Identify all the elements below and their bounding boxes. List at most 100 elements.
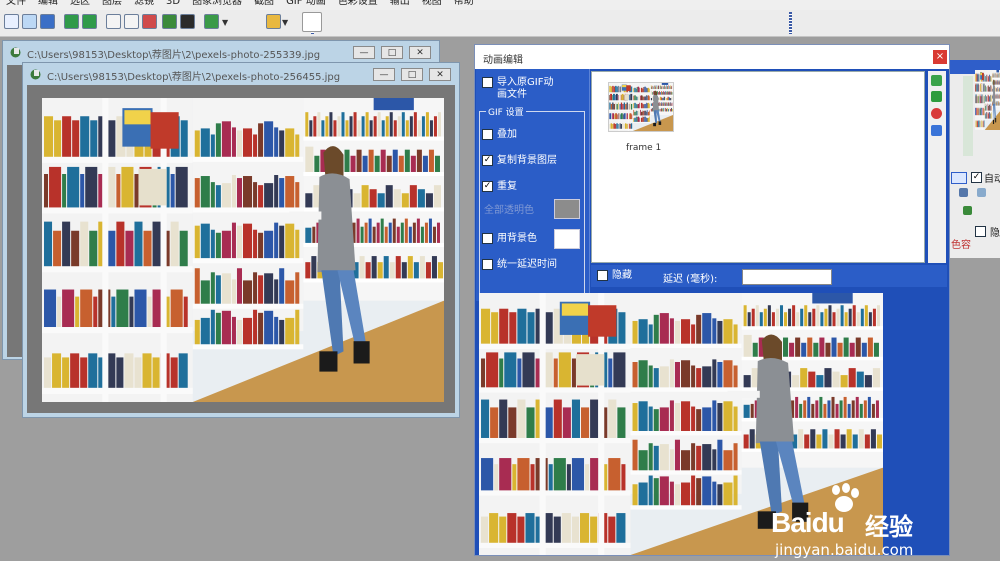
frame-properties-bar: 隐藏 延迟 (毫秒): (591, 265, 947, 287)
unify-delay-label: 统一延迟时间 (497, 259, 557, 270)
overlay-option[interactable]: 叠加 (482, 129, 517, 141)
new-file-icon[interactable] (4, 14, 19, 29)
window-titlebar[interactable]: C:\Users\98153\Desktop\荐图片\2\pexels-phot… (3, 41, 439, 63)
main-toolbar: ▼ ▼ (0, 10, 1000, 37)
dialog-title: 动画编辑 (483, 55, 523, 66)
import-gif-checkbox[interactable] (482, 77, 493, 88)
chevron-down-icon[interactable]: ▼ (222, 18, 228, 27)
hide-option[interactable]: 隐藏 (597, 270, 632, 282)
bg-color-swatch[interactable] (554, 229, 580, 249)
window-titlebar[interactable]: C:\Users\98153\Desktop\荐图片\2\pexels-phot… (23, 63, 459, 85)
menu-item[interactable]: 图层 (96, 0, 128, 8)
menu-item[interactable]: 色彩设置 (332, 0, 384, 8)
all-transparent-option: 全部透明色 (484, 205, 534, 217)
delay-input[interactable] (742, 269, 832, 285)
gif-options-panel: 导入原GIF动画文件 GIF 设置 叠加 ✓ 复制背景图层 ✓ 重复 全部透明色… (476, 69, 590, 301)
hide-frame-checkbox[interactable] (597, 270, 608, 281)
image-window-front[interactable]: C:\Users\98153\Desktop\荐图片\2\pexels-phot… (22, 62, 460, 418)
menu-item[interactable]: GIF 动画 (280, 0, 332, 8)
copy-icon[interactable] (124, 14, 139, 29)
hide-checkbox[interactable] (975, 226, 986, 237)
menu-item[interactable]: 滤镜 (128, 0, 160, 8)
photo-illustration (975, 70, 1000, 130)
menu-item[interactable]: 输出 (384, 0, 416, 8)
auto-label: 自动 (984, 174, 1000, 185)
active-tool-icon[interactable] (302, 12, 322, 32)
right-tool-panel: ✓ 自动 隐藏 色容 (948, 60, 1000, 258)
copy-bg-layer-option[interactable]: ✓ 复制背景图层 (482, 155, 557, 167)
repeat-option[interactable]: ✓ 重复 (482, 181, 517, 193)
watermark-brand: Baidu (771, 507, 845, 538)
frame-tools (928, 71, 946, 263)
repeat-checkbox[interactable]: ✓ (482, 181, 493, 192)
undo-icon[interactable] (64, 14, 79, 29)
delay-label: 延迟 (毫秒): (663, 274, 718, 285)
import-gif-option[interactable]: 导入原GIF动画文件 (482, 77, 561, 101)
photo-illustration (609, 83, 673, 131)
menu-item[interactable]: 截图 (248, 0, 280, 8)
save-frames-icon[interactable] (931, 125, 942, 136)
image-canvas[interactable] (27, 85, 455, 413)
window-title: C:\Users\98153\Desktop\荐图片\2\pexels-phot… (27, 50, 321, 61)
gallery-icon[interactable] (162, 14, 177, 29)
delete-frame-icon[interactable] (931, 108, 942, 119)
minimize-button[interactable]: — (373, 68, 395, 81)
zoom-icon[interactable] (266, 14, 281, 29)
frames-list[interactable]: frame 1 (591, 71, 925, 263)
menu-item[interactable]: 视图 (416, 0, 448, 8)
hide-label: 隐藏 (990, 228, 1000, 239)
save-icon[interactable] (40, 14, 55, 29)
menu-item[interactable]: 文件 (0, 0, 32, 8)
watermark-brand-cn: 经验 (865, 513, 913, 541)
gif-settings-label: GIF 设置 (486, 105, 526, 118)
watermark-url: jingyan.baidu.com (775, 541, 914, 559)
equal-icon[interactable] (951, 171, 967, 184)
menu-item[interactable]: 编辑 (32, 0, 64, 8)
image-icon[interactable] (142, 14, 157, 29)
panel-thumbnail (975, 70, 1000, 130)
unify-delay-option[interactable]: 统一延迟时间 (482, 259, 557, 271)
overlay-checkbox[interactable] (482, 129, 493, 140)
refresh-icon[interactable] (931, 75, 942, 86)
copy-bg-layer-label: 复制背景图层 (497, 155, 557, 166)
effect-icon[interactable] (204, 14, 219, 29)
all-transparent-label: 全部透明色 (484, 205, 534, 216)
adjust-icon[interactable] (963, 206, 972, 215)
use-bg-color-checkbox[interactable] (482, 233, 493, 244)
auto-checkbox[interactable]: ✓ (971, 172, 982, 183)
use-bg-color-label: 用背景色 (497, 233, 537, 244)
redo-icon[interactable] (82, 14, 97, 29)
transparent-color-swatch[interactable] (554, 199, 580, 219)
add-frame-icon[interactable] (931, 91, 942, 102)
menu-item[interactable]: 3D (160, 0, 186, 8)
copy-bg-layer-checkbox[interactable]: ✓ (482, 155, 493, 166)
chevron-down-icon[interactable]: ▼ (282, 18, 288, 27)
print-icon[interactable] (180, 14, 195, 29)
close-button[interactable]: ✕ (429, 68, 451, 81)
menu-item[interactable]: 图象浏览器 (186, 0, 248, 8)
use-bg-color-option[interactable]: 用背景色 (482, 233, 537, 245)
maximize-button[interactable]: □ (381, 46, 403, 59)
toolbar-separator (789, 12, 792, 34)
dialog-close-button[interactable]: × (933, 50, 947, 64)
layer-icon[interactable] (977, 188, 986, 197)
animation-editor-dialog: 动画编辑 × 导入原GIF动画文件 GIF 设置 叠加 ✓ 复制背景图层 ✓ 重… (474, 44, 950, 559)
crop-icon[interactable] (106, 14, 121, 29)
frame-thumbnail[interactable] (608, 82, 674, 132)
close-button[interactable]: ✕ (409, 46, 431, 59)
panel-tool-strip (963, 76, 973, 156)
image-canvas[interactable] (7, 65, 23, 357)
frame-label: frame 1 (626, 143, 662, 153)
dialog-titlebar[interactable]: 动画编辑 × (475, 45, 949, 69)
layer-icon[interactable] (959, 188, 968, 197)
repeat-label: 重复 (497, 181, 517, 192)
content-label: 色容 (951, 240, 971, 251)
menu-item[interactable]: 选区 (64, 0, 96, 8)
unify-delay-checkbox[interactable] (482, 259, 493, 270)
bookshelf-photo (42, 98, 444, 402)
menu-item[interactable]: 帮助 (448, 0, 480, 8)
minimize-button[interactable]: — (353, 46, 375, 59)
maximize-button[interactable]: □ (401, 68, 423, 81)
menu-bar: 文件 编辑 选区 图层 滤镜 3D 图象浏览器 截图 GIF 动画 色彩设置 输出 视图 帮助 (0, 0, 1000, 10)
open-file-icon[interactable] (22, 14, 37, 29)
